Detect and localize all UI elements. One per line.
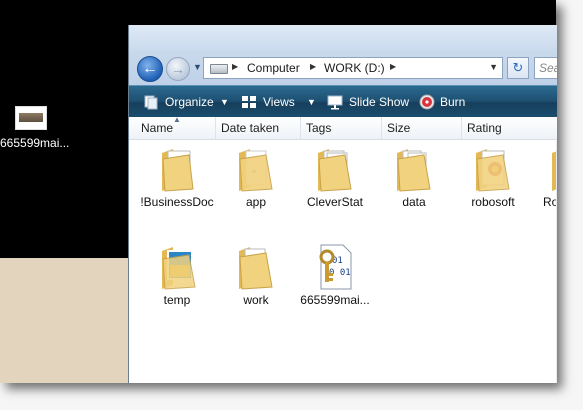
column-divider (300, 117, 301, 139)
column-divider (461, 117, 462, 139)
organize-dropdown-icon[interactable]: ▼ (220, 97, 229, 107)
forward-button[interactable]: → (166, 57, 190, 81)
folder-pictures-icon (162, 247, 196, 290)
folder-item[interactable]: data (374, 145, 454, 225)
breadcrumb-drive[interactable]: WORK (D:) (324, 61, 385, 75)
command-toolbar: Organize ▼ Views ▼ Slide Show Burn (129, 85, 557, 118)
item-label: work (243, 293, 269, 307)
chevron-right-icon[interactable]: ▶ (390, 62, 396, 71)
folder-item[interactable]: CleverStat (295, 145, 375, 225)
scrollbar[interactable] (556, 139, 557, 383)
folder-icon (397, 149, 431, 192)
item-label: Ro (543, 195, 557, 209)
column-divider (215, 117, 216, 139)
slideshow-button[interactable]: Slide Show (349, 95, 409, 111)
folder-icon (239, 247, 273, 290)
views-button[interactable]: Views (263, 95, 295, 111)
burn-button[interactable]: Burn (440, 95, 465, 111)
sort-ascending-icon: ▲ (173, 115, 181, 124)
recent-pages-dropdown[interactable]: ▼ (193, 62, 202, 72)
folder-item[interactable]: temp (137, 243, 217, 323)
folder-icon (239, 149, 273, 192)
item-label: robosoft (471, 195, 515, 209)
refresh-button[interactable]: ↻ (507, 57, 529, 79)
column-name[interactable]: Name (141, 121, 173, 135)
slideshow-icon (327, 95, 343, 110)
address-bar-area: ← → ▼ ▶ Computer ▶ WORK (D:) ▶ ▼ ↻ Searc… (129, 25, 557, 85)
item-label: app (245, 195, 267, 209)
explorer-window: ← → ▼ ▶ Computer ▶ WORK (D:) ▶ ▼ ↻ Searc… (128, 25, 557, 383)
file-item[interactable]: 01 0 01 665599mai... (295, 243, 375, 323)
chevron-right-icon[interactable]: ▶ (310, 62, 316, 71)
folder-item[interactable]: work (216, 243, 296, 323)
chevron-right-icon[interactable]: ▶ (232, 62, 238, 71)
folder-documents-icon (318, 149, 352, 192)
item-label: temp (163, 293, 191, 307)
organize-button[interactable]: Organize (165, 95, 214, 111)
column-headers: Name ▲ Date taken Tags Size Rating (129, 115, 557, 140)
drive-icon (210, 64, 228, 74)
folder-documents-icon (162, 149, 194, 192)
folder-icon (476, 149, 510, 192)
burn-disc-icon (419, 94, 435, 110)
binary-key-file-icon: 01 0 01 (319, 244, 352, 290)
column-divider (381, 117, 382, 139)
organize-icon (144, 95, 158, 110)
views-dropdown-icon[interactable]: ▼ (307, 97, 316, 107)
item-label: !BusinessDoc (140, 195, 214, 209)
folder-item[interactable]: Ro (525, 145, 557, 225)
item-label: data (402, 195, 426, 209)
column-date-taken[interactable]: Date taken (221, 121, 279, 135)
folder-item[interactable]: !BusinessDoc (137, 145, 217, 225)
column-tags[interactable]: Tags (306, 121, 331, 135)
image-thumbnail-icon (15, 106, 47, 130)
desktop-file-icon[interactable]: 665599mai... (0, 104, 72, 154)
column-rating[interactable]: Rating (467, 121, 502, 135)
views-icon (242, 96, 256, 108)
address-path[interactable]: ▶ Computer ▶ WORK (D:) ▶ ▼ (203, 57, 503, 79)
breadcrumb-computer[interactable]: Computer (247, 61, 300, 75)
folder-item[interactable]: app (216, 145, 296, 225)
item-label: 665599mai... (300, 293, 370, 307)
back-button[interactable]: ← (137, 56, 163, 82)
desktop-file-label: 665599mai... (0, 136, 70, 150)
search-input[interactable]: Search (534, 57, 557, 79)
folder-item[interactable]: robosoft (453, 145, 533, 225)
address-dropdown-icon[interactable]: ▼ (489, 62, 498, 72)
column-size[interactable]: Size (387, 121, 410, 135)
item-label: CleverStat (306, 195, 364, 209)
